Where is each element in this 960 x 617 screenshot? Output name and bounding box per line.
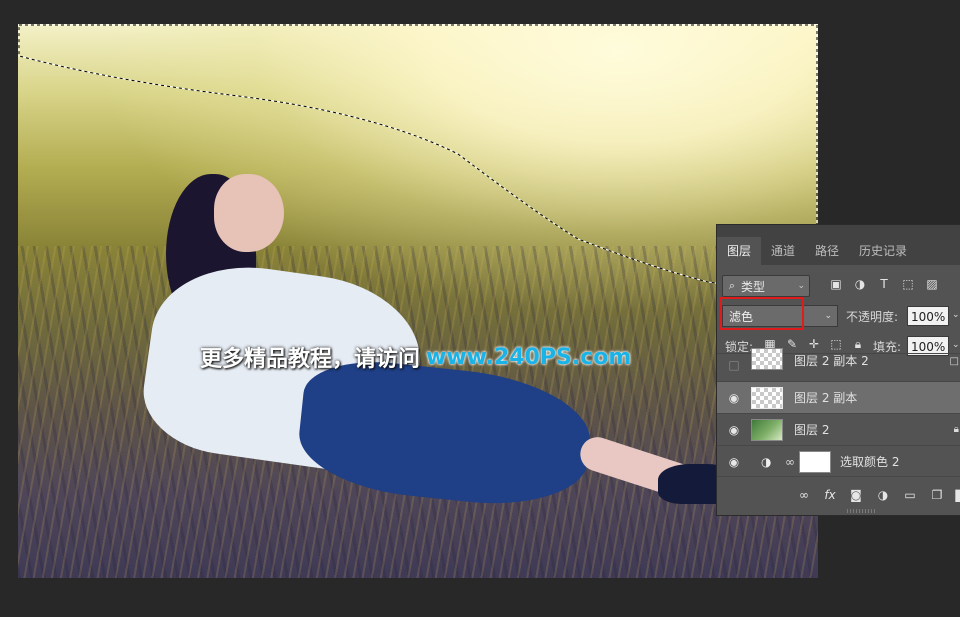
eye-icon[interactable]: ◉ bbox=[726, 390, 742, 406]
layer-thumbnail bbox=[751, 418, 783, 441]
adjustment-icon[interactable]: ◑ bbox=[874, 487, 892, 503]
layer-row[interactable]: ◉ ◑ ∞ 选取颜色 2 bbox=[717, 445, 960, 477]
layer-row[interactable]: ◉ 图层 2 🔒︎ bbox=[717, 413, 960, 445]
tab-history[interactable]: 历史记录 bbox=[849, 237, 917, 265]
watermark: 更多精品教程，请访问 www.240PS.com bbox=[200, 340, 631, 374]
type-filter-icon[interactable]: T bbox=[875, 275, 893, 293]
panel-tabs: 图层 通道 路径 历史记录 bbox=[717, 225, 960, 265]
panel-resize-grip[interactable] bbox=[847, 509, 877, 513]
chain-link-icon[interactable]: ∞ bbox=[785, 455, 795, 469]
search-icon: ⌕ bbox=[728, 279, 736, 292]
chevron-down-icon[interactable]: ⌄ bbox=[952, 340, 960, 350]
eye-icon[interactable]: ◉ bbox=[726, 454, 742, 470]
layers-panel: 图层 通道 路径 历史记录 ⌕ 类型 ⌄ ▣ ◑ T ⬚ ▨ 滤色 ⌄ 不透明度… bbox=[716, 224, 960, 516]
layer-filter-row: ⌕ 类型 ⌄ ▣ ◑ T ⬚ ▨ bbox=[717, 273, 960, 297]
shape-filter-icon[interactable]: ⬚ bbox=[899, 275, 917, 293]
adjustment-layer-icon: ◑ bbox=[761, 454, 772, 469]
layer-row-selected[interactable]: ◉ 图层 2 副本 bbox=[717, 381, 960, 413]
adjustment-filter-icon[interactable]: ◑ bbox=[851, 275, 869, 293]
eye-icon[interactable]: ◉ bbox=[726, 422, 742, 438]
tab-channels[interactable]: 通道 bbox=[761, 237, 805, 265]
layer-thumbnail bbox=[751, 386, 783, 409]
layer-filter-label: 类型 bbox=[741, 279, 766, 294]
pixel-filter-icon[interactable]: ▣ bbox=[827, 275, 845, 293]
layer-name: 图层 2 副本 2 bbox=[794, 354, 869, 368]
watermark-url: www.240PS.com bbox=[426, 344, 632, 370]
opacity-field[interactable]: 100% bbox=[907, 306, 949, 326]
trash-icon[interactable]: ▇ bbox=[951, 487, 960, 503]
mask-icon[interactable]: ◙ bbox=[847, 487, 865, 503]
lock-brush-icon[interactable]: ✎ bbox=[785, 337, 799, 351]
blend-mode-highlight-box bbox=[720, 297, 804, 330]
layer-thumbnail bbox=[751, 348, 783, 370]
chevron-down-icon[interactable]: ⌄ bbox=[952, 310, 960, 320]
new-layer-icon[interactable]: ❐ bbox=[928, 487, 946, 503]
layer-row[interactable]: □ 图层 2 副本 2 □ bbox=[717, 348, 960, 376]
document-canvas[interactable] bbox=[18, 24, 818, 578]
smart-object-filter-icon[interactable]: ▨ bbox=[923, 275, 941, 293]
folder-icon[interactable]: ▭ bbox=[901, 487, 919, 503]
layer-name: 图层 2 副本 bbox=[794, 391, 858, 405]
layer-mask-thumbnail[interactable] bbox=[799, 450, 831, 473]
lock-all-icon[interactable]: 🔒︎ bbox=[851, 337, 865, 351]
chevron-down-icon: ⌄ bbox=[797, 281, 805, 291]
square-icon: □ bbox=[949, 356, 959, 367]
tab-layers[interactable]: 图层 bbox=[717, 237, 762, 265]
opacity-label: 不透明度: bbox=[846, 310, 899, 324]
fx-icon[interactable]: fx bbox=[821, 487, 839, 503]
visibility-off-icon[interactable]: □ bbox=[726, 357, 742, 373]
lock-artboard-icon[interactable]: ⬚ bbox=[829, 337, 843, 351]
link-icon[interactable]: ∞ bbox=[795, 487, 813, 503]
layers-bottom-bar: ∞ fx ◙ ◑ ▭ ❐ ▇ bbox=[717, 476, 960, 515]
layer-name: 图层 2 bbox=[794, 423, 830, 437]
layer-filter-select[interactable]: ⌕ 类型 ⌄ bbox=[722, 275, 810, 297]
tab-paths[interactable]: 路径 bbox=[805, 237, 849, 265]
watermark-text: 更多精品教程，请访问 bbox=[200, 347, 421, 372]
lock-icon: 🔒︎ bbox=[953, 424, 959, 435]
lock-move-icon[interactable]: ✛ bbox=[807, 337, 821, 351]
layer-name: 选取颜色 2 bbox=[840, 455, 900, 469]
marching-ants-selection bbox=[18, 24, 818, 295]
filter-icons: ▣ ◑ T ⬚ ▨ bbox=[827, 275, 941, 293]
chevron-down-icon: ⌄ bbox=[824, 311, 832, 321]
